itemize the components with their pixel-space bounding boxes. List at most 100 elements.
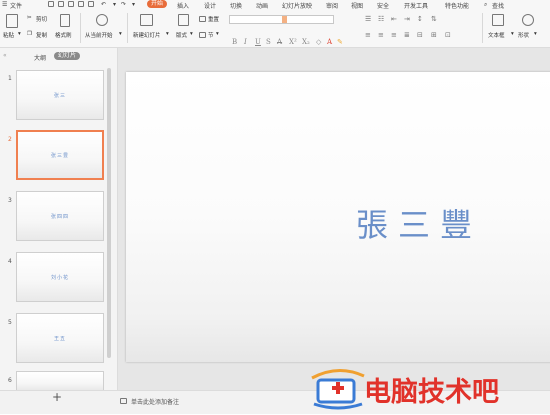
search-icon[interactable]: ⌕	[484, 1, 487, 9]
text-direction-icon[interactable]: ⇅	[431, 15, 437, 23]
slide-thumbnail-text: 王五	[53, 335, 66, 342]
current-slide[interactable]: 張三豐	[126, 72, 550, 362]
slide-number: 1	[8, 75, 12, 82]
decrease-indent-icon[interactable]: ⇤	[391, 15, 397, 23]
notes-placeholder[interactable]: 单击此处添加备注	[131, 397, 179, 406]
play-from-current-button[interactable]: 从当前开始	[85, 31, 113, 39]
slide-thumbnail-3[interactable]: 张四四	[16, 191, 104, 241]
play-dropdown-icon[interactable]: ▾	[119, 31, 122, 37]
notes-icon	[120, 398, 127, 404]
columns-icon[interactable]: ⊞	[431, 31, 437, 39]
play-icon[interactable]	[96, 14, 108, 26]
text-box-icon[interactable]	[492, 14, 504, 26]
slide-number: 5	[8, 319, 12, 326]
save-icon[interactable]	[48, 1, 54, 7]
shape-dropdown-icon[interactable]: ▾	[534, 31, 537, 37]
slide-editing-area: 張三豐	[118, 48, 550, 390]
print-icon[interactable]	[58, 1, 64, 7]
new-slide-button[interactable]: 新建幻灯片	[133, 31, 161, 39]
slide-number: 2	[8, 136, 12, 143]
slide-thumbnail-text: 刘小花	[50, 274, 69, 281]
font-name-input[interactable]	[229, 15, 334, 24]
layout-icon[interactable]	[178, 14, 189, 26]
increase-indent-icon[interactable]: ⇥	[404, 15, 410, 23]
font-color-icon[interactable]: A	[327, 38, 332, 46]
app-menu-icon[interactable]: ☰	[2, 1, 7, 8]
font-size-input[interactable]	[282, 16, 287, 23]
slide-thumbnail-2[interactable]: 张三豊	[16, 130, 104, 180]
tab-slides[interactable]: 幻灯片	[54, 52, 81, 60]
numbering-icon[interactable]: ☷	[378, 15, 384, 23]
copy-button[interactable]: 复制	[36, 31, 47, 39]
slide-thumbnail-1[interactable]: 张三	[16, 70, 104, 120]
reset-icon[interactable]	[199, 16, 206, 22]
thumbnail-scrollbar[interactable]	[107, 68, 111, 358]
tab-home[interactable]: 开始	[147, 0, 168, 8]
format-painter-button[interactable]: 格式刷	[55, 31, 72, 39]
shape-icon[interactable]	[522, 14, 534, 26]
align-text-icon[interactable]: ⊡	[445, 31, 451, 39]
italic-icon[interactable]: I	[244, 38, 247, 46]
new-slide-icon[interactable]	[140, 14, 153, 26]
subscript-icon[interactable]: X₂	[302, 38, 310, 46]
watermark-logo-icon	[311, 369, 365, 410]
preview-icon[interactable]	[68, 1, 74, 7]
copy-icon[interactable]: ❐	[27, 31, 32, 37]
shape-button[interactable]: 形状	[518, 31, 529, 39]
text-box-dropdown-icon[interactable]: ▾	[511, 31, 514, 37]
open-icon[interactable]	[78, 1, 84, 7]
slide-thumbnail-text: 张三	[53, 92, 66, 99]
slide-number: 6	[8, 377, 12, 384]
more-dropdown-icon[interactable]: ▾	[132, 1, 135, 8]
layout-button[interactable]: 版式	[176, 31, 187, 39]
export-icon[interactable]	[88, 1, 94, 7]
clear-format-icon[interactable]: ◇	[316, 38, 321, 46]
bullets-icon[interactable]: ☰	[365, 15, 371, 23]
shadow-icon[interactable]: S	[266, 38, 271, 46]
undo-dropdown-icon[interactable]: ▾	[113, 1, 116, 8]
paste-button[interactable]: 粘贴	[3, 31, 14, 39]
justify-icon[interactable]: ≣	[404, 31, 410, 39]
add-slide-button[interactable]: +	[46, 390, 68, 404]
bold-icon[interactable]: B	[232, 38, 237, 46]
cut-button[interactable]: 剪切	[36, 15, 47, 23]
ribbon-divider	[127, 13, 128, 43]
slide-number: 4	[8, 258, 12, 265]
strikethrough-icon[interactable]: A	[277, 38, 282, 46]
align-center-icon[interactable]: ≡	[378, 31, 384, 39]
superscript-icon[interactable]: X²	[289, 38, 297, 46]
ribbon-divider	[482, 13, 483, 43]
distribute-icon[interactable]: ⊟	[417, 31, 423, 39]
reset-button[interactable]: 重置	[208, 15, 219, 23]
layout-dropdown-icon[interactable]: ▾	[190, 31, 193, 37]
slide-thumbnail-6[interactable]	[16, 371, 104, 390]
tab-outline[interactable]: 大纲	[34, 53, 46, 62]
undo-icon[interactable]: ↶	[101, 1, 106, 8]
highlight-color-icon[interactable]: ✎	[337, 38, 343, 46]
underline-icon[interactable]: U	[255, 38, 261, 46]
line-spacing-icon[interactable]: ↕	[417, 15, 423, 23]
pane-tabs: « 大纲 幻灯片	[0, 48, 117, 64]
slide-thumbnail-text: 张三豊	[50, 152, 69, 159]
collapse-pane-icon[interactable]: «	[3, 52, 7, 59]
new-slide-dropdown-icon[interactable]: ▾	[166, 31, 169, 37]
watermark-text: 电脑技术吧	[364, 377, 499, 408]
slide-thumbnail-5[interactable]: 王五	[16, 313, 104, 363]
slide-thumbnail-pane: « 大纲 幻灯片 1 张三 2 张三豊 3 张四四 4 刘小花 5 王五 6	[0, 48, 118, 390]
redo-icon[interactable]: ↷	[121, 1, 126, 8]
section-button[interactable]: 节	[208, 31, 214, 39]
section-icon[interactable]	[199, 32, 206, 38]
paste-dropdown-icon[interactable]: ▾	[18, 31, 21, 37]
text-box-button[interactable]: 文本框	[488, 31, 505, 39]
format-painter-icon[interactable]	[60, 14, 70, 27]
slide-number: 3	[8, 197, 12, 204]
paste-icon[interactable]	[6, 14, 18, 28]
section-dropdown-icon[interactable]: ▾	[216, 31, 219, 37]
align-right-icon[interactable]: ≡	[391, 31, 397, 39]
slide-title-text[interactable]: 張三豐	[126, 200, 550, 246]
align-left-icon[interactable]: ≡	[365, 31, 371, 39]
cut-icon[interactable]: ✂	[27, 15, 32, 21]
menu-bar: ☰ 文件 ↶ ▾ ↷ ▾ 开始 插入 设计 切换 动画 幻灯片放映 审阅 视图 …	[0, 0, 550, 10]
slide-thumbnail-text: 张四四	[50, 213, 69, 220]
slide-thumbnail-4[interactable]: 刘小花	[16, 252, 104, 302]
